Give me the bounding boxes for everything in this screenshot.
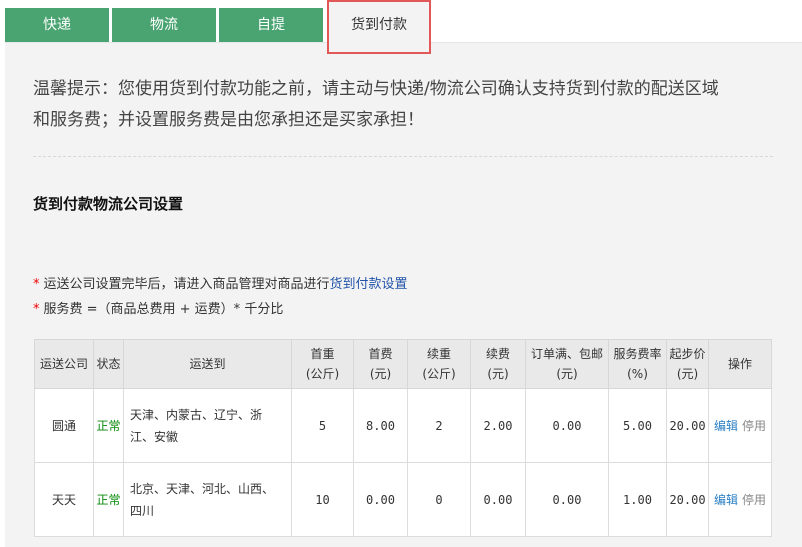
cell-status: 正常	[93, 462, 124, 537]
table-row: 天天 正常 北京、天津、河北、山西、 四川 10 0.00 0 0.00 0.00…	[34, 462, 772, 537]
logistics-table: 运送公司 状态 运送到 首重 (公斤) 首费 (元) 续重 (公斤) 续费 (元) 订单…	[34, 339, 772, 537]
status-badge: 正常	[96, 493, 121, 507]
cell-destination: 天津、内蒙古、辽宁、浙 江、安徽	[123, 388, 292, 463]
col-first-fee: 首费 (元)	[353, 339, 408, 389]
note-service-fee: * 服务费 =（商品总费用 + 运费）* 千分比	[33, 298, 283, 317]
note-setup: * 运送公司设置完毕后，请进入商品管理对商品进行货到付款设置	[33, 273, 408, 292]
tip-line-2: 和服务费；并设置服务费是由您承担还是买家承担！	[33, 110, 424, 130]
col-first-weight: 首重 (公斤)	[291, 339, 354, 389]
cell-first-weight: 10	[291, 462, 354, 537]
required-mark: *	[33, 302, 40, 317]
cell-status: 正常	[93, 388, 124, 463]
section-title: 货到付款物流公司设置	[33, 195, 184, 213]
edit-button[interactable]: 编辑	[714, 493, 738, 507]
disable-button[interactable]: 停用	[742, 493, 766, 507]
cell-extra-weight: 0	[407, 462, 471, 537]
tab-logistics[interactable]: 物流	[112, 8, 216, 42]
status-badge: 正常	[96, 419, 121, 433]
cell-min-price: 20.00	[666, 462, 709, 537]
col-min-price: 起步价 (元)	[666, 339, 709, 389]
warm-tip: 温馨提示：您使用货到付款功能之前，请主动与快递/物流公司确认支持货到付款的配送区…	[33, 74, 773, 136]
edit-button[interactable]: 编辑	[714, 419, 738, 433]
cell-min-price: 20.00	[666, 388, 709, 463]
disable-button[interactable]: 停用	[742, 419, 766, 433]
cell-extra-weight: 2	[407, 388, 471, 463]
cell-actions: 编辑 停用	[708, 462, 772, 537]
cod-settings-link[interactable]: 货到付款设置	[330, 277, 408, 292]
cell-free-shipping: 0.00	[525, 462, 609, 537]
tab-pickup[interactable]: 自提	[219, 8, 323, 42]
col-extra-weight: 续重 (公斤)	[407, 339, 471, 389]
col-actions: 操作	[708, 339, 772, 389]
col-company: 运送公司	[34, 339, 94, 389]
cell-destination: 北京、天津、河北、山西、 四川	[123, 462, 292, 537]
cell-first-fee: 8.00	[353, 388, 408, 463]
cell-company: 天天	[34, 462, 94, 537]
col-status: 状态	[93, 339, 124, 389]
cell-extra-fee: 2.00	[470, 388, 526, 463]
cell-extra-fee: 0.00	[470, 462, 526, 537]
cell-service-rate: 5.00	[608, 388, 667, 463]
note-service-fee-text: 服务费 =（商品总费用 + 运费）* 千分比	[43, 302, 284, 317]
tip-line-1: 温馨提示：您使用货到付款功能之前，请主动与快递/物流公司确认支持货到付款的配送区…	[33, 79, 719, 99]
tab-express[interactable]: 快递	[5, 8, 109, 42]
tab-cash-on-delivery[interactable]: 货到付款	[327, 0, 431, 54]
dashed-divider	[33, 156, 773, 157]
cell-free-shipping: 0.00	[525, 388, 609, 463]
cell-service-rate: 1.00	[608, 462, 667, 537]
table-header-row: 运送公司 状态 运送到 首重 (公斤) 首费 (元) 续重 (公斤) 续费 (元) 订单…	[34, 339, 772, 389]
required-mark: *	[33, 277, 40, 292]
col-free-shipping: 订单满、包邮 (元)	[525, 339, 609, 389]
col-extra-fee: 续费 (元)	[470, 339, 526, 389]
cell-actions: 编辑 停用	[708, 388, 772, 463]
col-destination: 运送到	[123, 339, 292, 389]
table-row: 圆通 正常 天津、内蒙古、辽宁、浙 江、安徽 5 8.00 2 2.00 0.00…	[34, 388, 772, 463]
note-setup-text: 运送公司设置完毕后，请进入商品管理对商品进行	[43, 277, 330, 292]
cell-first-fee: 0.00	[353, 462, 408, 537]
cell-first-weight: 5	[291, 388, 354, 463]
col-service-rate: 服务费率 (%)	[608, 339, 667, 389]
cell-company: 圆通	[34, 388, 94, 463]
